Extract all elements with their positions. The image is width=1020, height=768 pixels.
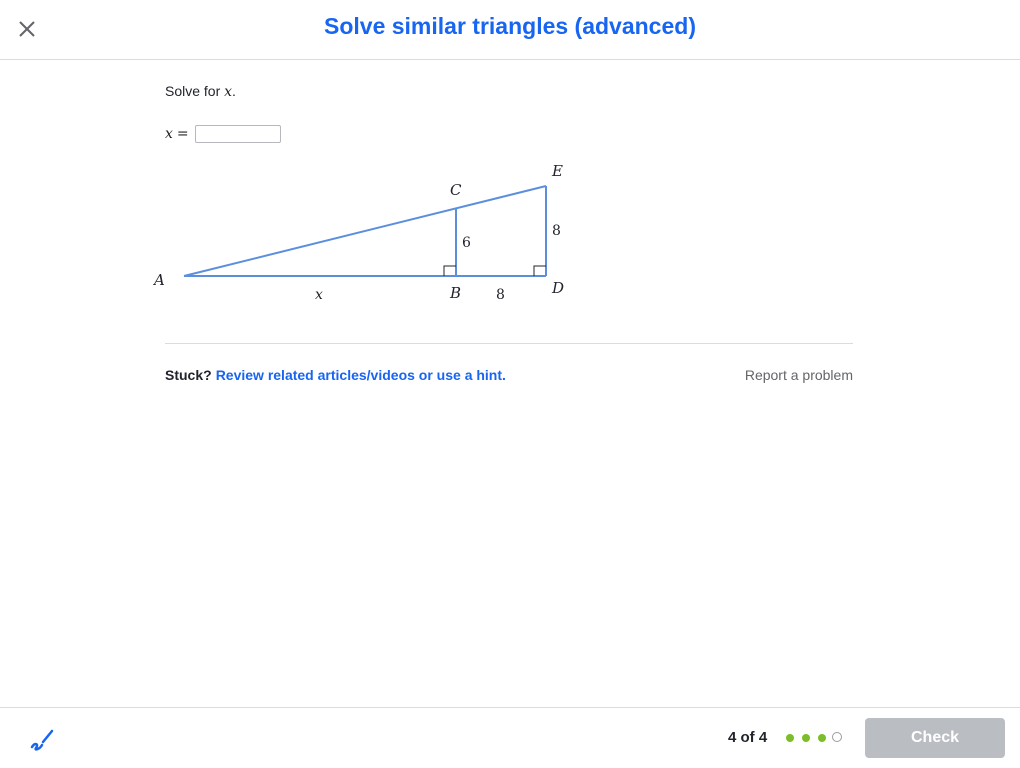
answer-input[interactable]: [194, 125, 281, 143]
label-A: A: [153, 271, 165, 289]
progress-dot-complete: [786, 734, 794, 742]
label-BD: 8: [496, 287, 505, 303]
stuck-label: Stuck?: [165, 367, 212, 383]
progress-counter: 4 of 4: [728, 729, 768, 746]
label-BC: 6: [462, 235, 471, 251]
report-problem-link[interactable]: Report a problem: [745, 367, 853, 383]
check-button[interactable]: Check: [865, 718, 1005, 758]
answer-equals: =: [176, 126, 189, 142]
progress-dot-complete: [802, 734, 810, 742]
scratchpad-button[interactable]: [28, 725, 56, 753]
progress-dot-complete: [818, 734, 826, 742]
divider: [165, 343, 853, 344]
progress-dot-current: [832, 732, 842, 742]
answer-label: x =: [165, 126, 193, 142]
label-E: E: [551, 162, 563, 180]
label-AB: x: [315, 287, 323, 303]
prompt-variable: x: [224, 84, 233, 100]
hint-link[interactable]: Review related articles/videos or use a …: [216, 367, 506, 383]
answer-row: x =: [165, 123, 281, 145]
bottom-bar: 4 of 4 Check: [0, 707, 1020, 768]
help-row: Stuck? Review related articles/videos or …: [165, 367, 853, 383]
label-B: B: [449, 284, 461, 302]
prompt-text: Solve for: [165, 83, 225, 99]
right-angle-B: [443, 265, 456, 276]
progress-dots: [784, 732, 842, 744]
label-DE: 8: [552, 223, 561, 239]
prompt-suffix: .: [232, 83, 236, 99]
page-title: Solve similar triangles (advanced): [324, 13, 696, 39]
similar-triangles-diagram: A B C D E x 6 8 8: [153, 162, 564, 303]
top-bar: Solve similar triangles (advanced): [0, 0, 1020, 60]
right-angle-D: [533, 265, 546, 276]
scratchpad-icon: [30, 729, 54, 751]
label-D: D: [551, 279, 564, 297]
label-C: C: [450, 181, 462, 199]
segment-AE: [183, 185, 547, 277]
answer-variable: x: [165, 126, 173, 142]
question-prompt: Solve for x.: [165, 83, 236, 100]
